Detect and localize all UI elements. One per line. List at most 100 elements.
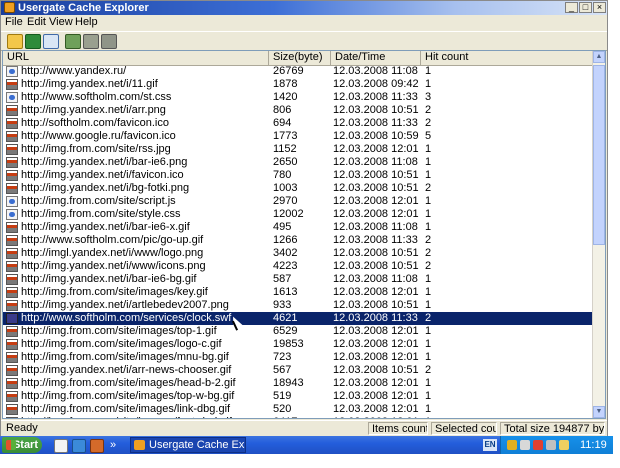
row-url: http://img.yandex.net/i/11.gif [21,78,158,90]
status-items-count: Items count 47 [368,422,428,435]
tray-volume-icon[interactable] [559,440,569,450]
row-hit-count: 3 [425,91,432,103]
filter-icon[interactable] [65,34,81,49]
table-row[interactable]: http://img.yandex.net/i/11.gif 1878 12.03.… [3,78,594,91]
row-size: 567 [273,364,292,376]
maximize-button[interactable]: □ [579,2,592,13]
table-row[interactable]: http://www.google.ru/favicon.ico 1773 12.0… [3,130,594,143]
row-url: http://www.softholm.com/pic/go-up.gif [21,234,204,246]
web-file-icon [6,92,18,103]
table-row[interactable]: http://img.from.com/site/images/foot-ded… [3,416,594,418]
quicklaunch-more[interactable]: » [110,436,116,454]
internet-explorer-icon[interactable] [72,439,86,453]
cache-list[interactable]: URL Size(byte) Date/Time Hit count http:… [2,50,606,419]
row-hit-count: 1 [425,143,432,155]
taskbar-app-button[interactable]: Usergate Cache Explo... [130,437,246,453]
image-file-icon [6,339,18,350]
table-row[interactable]: http://img.yandex.net/i/bg-fotki.png 1003… [3,182,594,195]
table-row[interactable]: http://www.softholm.com/st.css 1420 12.03.… [3,91,594,104]
table-row[interactable]: http://www.softholm.com/services/clock.s… [3,312,594,325]
open-folder-icon[interactable] [7,34,23,49]
table-row[interactable]: http://img.yandex.net/i/bar-ie6.png 2650 1… [3,156,594,169]
taskbar-app-label: Usergate Cache Explo... [149,439,245,451]
table-row[interactable]: http://img.yandex.net/i/www/icons.png 422… [3,260,594,273]
image-file-icon [6,79,18,90]
header-date[interactable]: Date/Time [331,51,421,65]
menu-bar: File Edit View Help [1,15,607,30]
image-file-icon [6,170,18,181]
header-hit-count[interactable]: Hit count [421,51,594,65]
menu-help[interactable]: Help [75,16,98,28]
row-hit-count: 1 [425,221,432,233]
table-row[interactable]: http://softholm.com/favicon.ico 694 12.03.… [3,117,594,130]
language-indicator[interactable]: EN [483,439,497,451]
table-row[interactable]: http://img.yandex.net/i/bar-ie6-bg.gif 58… [3,273,594,286]
image-file-icon [6,287,18,298]
table-row[interactable]: http://img.yandex.net/i/arr.png 806 12.03.… [3,104,594,117]
table-row[interactable]: http://img.yandex.net/i/favicon.ico 780 12… [3,169,594,182]
tray-monitor-icon[interactable] [546,440,556,450]
show-desktop-icon[interactable] [54,439,68,453]
tray-usergate-icon[interactable] [520,440,530,450]
table-row[interactable]: http://www.yandex.ru/26769 12.03.2008 11:… [3,65,594,78]
table-row[interactable]: http://img.yandex.net/i/arr-news-chooser… [3,364,594,377]
table-row[interactable]: http://img.from.com/site/images/top-1.gi… [3,325,594,338]
row-size: 723 [273,351,292,363]
menu-file[interactable]: File [5,16,23,28]
table-row[interactable]: http://img.from.com/site/images/link-dbg… [3,403,594,416]
table-row[interactable]: http://imgl.yandex.net/i/www/logo.png 340… [3,247,594,260]
image-file-icon [6,378,18,389]
menu-view[interactable]: View [49,16,73,28]
row-datetime: 12.03.2008 11:08 [333,273,418,285]
row-url: http://img.yandex.net/i/bar-ie6-x.gif [21,221,190,233]
row-datetime: 12.03.2008 10:51 [333,247,419,259]
vertical-scrollbar[interactable]: ▲ ▼ [592,51,605,418]
table-row[interactable]: http://img.yandex.net/i/artlebedev2007.p… [3,299,594,312]
clear-filter-icon[interactable] [101,34,117,49]
row-size: 12002 [273,208,304,220]
web-file-icon [6,66,18,77]
table-row[interactable]: http://img.from.com/site/images/key.gif 1… [3,286,594,299]
row-url: http://img.from.com/site/images/head-b-2… [21,377,236,389]
row-hit-count: 2 [425,312,432,324]
row-size: 19853 [273,338,304,350]
header-url[interactable]: URL [3,51,269,65]
list-header: URL Size(byte) Date/Time Hit count [3,51,594,66]
row-url: http://img.yandex.net/i/artlebedev2007.p… [21,299,229,311]
row-size: 4621 [273,312,298,324]
header-size[interactable]: Size(byte) [269,51,331,65]
tray-security-icon[interactable] [533,440,543,450]
minimize-button[interactable]: _ [565,2,578,13]
row-hit-count: 1 [425,416,485,418]
title-bar[interactable]: Usergate Cache Explorer _ □ × [1,1,607,15]
close-button[interactable]: × [593,2,606,13]
save-icon[interactable] [25,34,41,49]
row-size: 1613 [273,286,298,298]
menu-edit[interactable]: Edit [27,16,46,28]
table-row[interactable]: http://img.from.com/site/images/head-b-2… [3,377,594,390]
table-row[interactable]: http://img.yandex.net/i/bar-ie6-x.gif 495… [3,221,594,234]
row-datetime: 12.03.2008 10:51 [333,364,419,376]
scroll-down-button[interactable]: ▼ [593,406,605,418]
table-row[interactable]: http://img.from.com/site/rss.jpg 1152 12.0… [3,143,594,156]
row-datetime: 12.03.2008 12:01 [333,208,419,220]
row-url: http://www.google.ru/favicon.ico [21,130,176,142]
image-file-icon [6,274,18,285]
media-player-icon[interactable] [90,439,104,453]
scroll-thumb[interactable] [593,65,605,245]
row-size: 2650 [273,156,298,168]
export-icon[interactable] [43,34,59,49]
table-row[interactable]: http://img.from.com/site/style.css 12002 1… [3,208,594,221]
table-row[interactable]: http://img.from.com/site/images/mnu-bg.g… [3,351,594,364]
table-row[interactable]: http://img.from.com/site/script.js 2970 12… [3,195,594,208]
row-hit-count: 1 [425,351,432,363]
table-row[interactable]: http://img.from.com/site/images/logo-c.g… [3,338,594,351]
scroll-up-button[interactable]: ▲ [593,51,605,63]
filter-settings-icon[interactable] [83,34,99,49]
row-size: 2970 [273,195,298,207]
table-row[interactable]: http://img.from.com/site/images/top-w-bg… [3,390,594,403]
start-button[interactable]: Start [2,437,42,453]
image-file-icon [6,235,18,246]
tray-network-icon[interactable] [507,440,517,450]
table-row[interactable]: http://www.softholm.com/pic/go-up.gif 126… [3,234,594,247]
